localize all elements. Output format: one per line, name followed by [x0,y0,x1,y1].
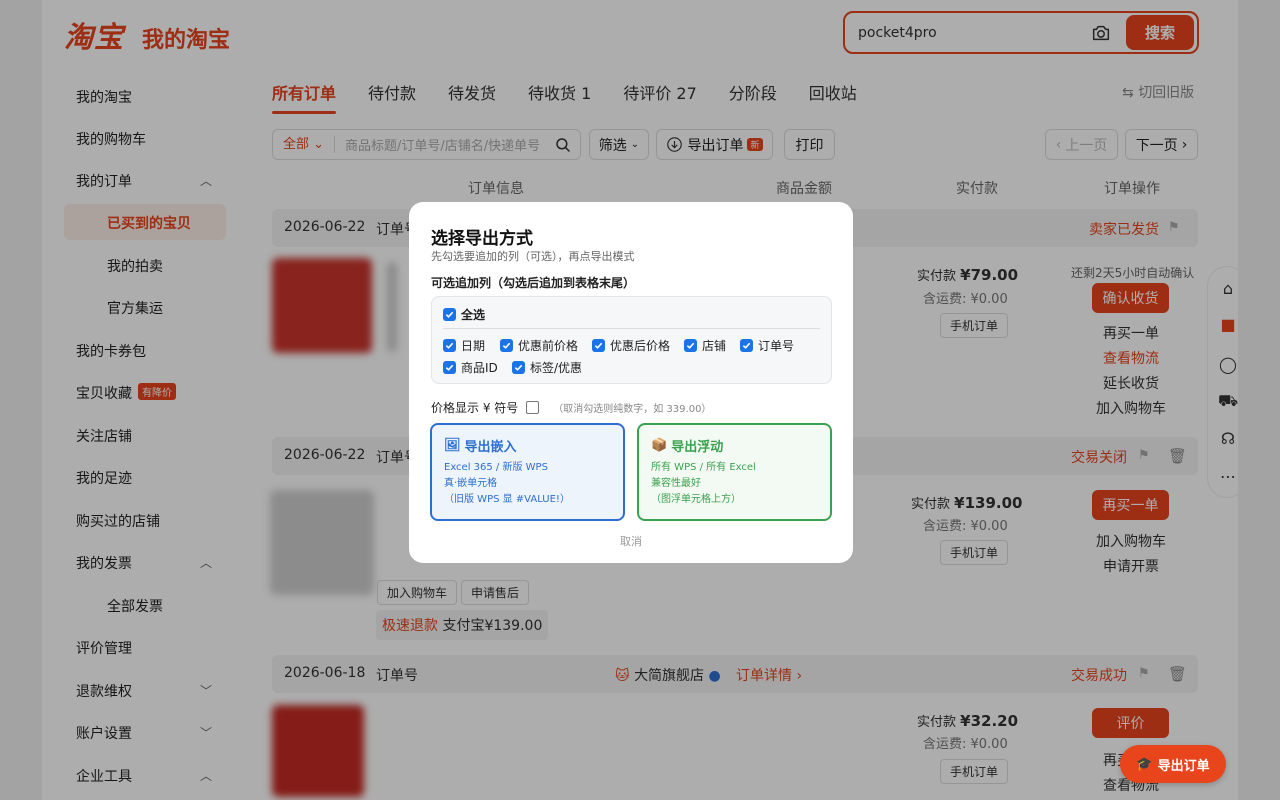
package-icon: 📦 [651,438,668,453]
hat-icon: 🎓 [1136,756,1153,772]
float-line: 兼容性最好 [651,478,701,489]
column-checkbox-discount-price[interactable]: 优惠后价格 [592,337,670,354]
export-embed-title: 导出嵌入 [464,440,517,455]
export-embed-card[interactable]: 🖼 导出嵌入 Excel 365 / 新版 WPS 真·嵌单元格 （旧版 WPS … [430,423,625,521]
select-all-checkbox[interactable]: 全选 [443,306,485,323]
checkbox-checked-icon [512,361,525,374]
price-symbol-hint: （取消勾选则纯数字，如 339.00） [553,404,712,415]
price-symbol-label: 价格显示 ¥ 符号 [431,401,519,415]
checkbox-checked-icon [740,339,753,352]
checkbox-label: 订单号 [758,339,795,353]
checkbox-label: 店铺 [702,339,727,353]
checkbox-label: 商品ID [461,361,498,375]
checkbox-label: 优惠后价格 [610,339,671,353]
cancel-button[interactable]: 取消 [409,533,853,549]
floating-export-label: 导出订单 [1157,758,1210,774]
embed-line: 真·嵌单元格 [444,478,498,489]
price-symbol-option: 价格显示 ¥ 符号 （取消勾选则纯数字，如 339.00） [431,399,711,416]
checkbox-checked-icon [684,339,697,352]
checkbox-checked-icon [443,308,456,321]
checkbox-checked-icon [500,339,513,352]
checkbox-label: 优惠前价格 [518,339,579,353]
checkbox-label: 标签/优惠 [530,361,583,375]
checkbox-label: 日期 [461,339,486,353]
column-checkbox-shop[interactable]: 店铺 [684,337,726,354]
float-line: 所有 WPS / 所有 Excel [651,462,756,473]
checkbox-checked-icon [592,339,605,352]
column-checkbox-original-price[interactable]: 优惠前价格 [500,337,578,354]
column-checkbox-product-id[interactable]: 商品ID [443,359,498,376]
export-float-card[interactable]: 📦 导出浮动 所有 WPS / 所有 Excel 兼容性最好 （图浮单元格上方） [637,423,832,521]
modal-subtitle: 先勾选要追加的列（可选），再点导出模式 [431,250,635,263]
checkbox-checked-icon [443,339,456,352]
embed-line: Excel 365 / 新版 WPS [444,462,548,473]
floating-export-button[interactable]: 🎓 导出订单 [1120,745,1226,783]
export-float-title: 导出浮动 [671,440,724,455]
price-symbol-checkbox[interactable] [526,401,540,414]
image-icon: 🖼 [444,438,461,453]
column-checkbox-date[interactable]: 日期 [443,337,485,354]
column-checkbox-tags[interactable]: 标签/优惠 [512,359,582,376]
modal-title: 选择导出方式 [431,229,533,249]
divider [443,328,820,329]
column-checkbox-order-number[interactable]: 订单号 [740,337,794,354]
export-modal: 选择导出方式 先勾选要追加的列（可选），再点导出模式 可选追加列（勾选后追加到表… [409,202,853,563]
checkbox-checked-icon [443,361,456,374]
optional-columns-heading: 可选追加列（勾选后追加到表格末尾） [431,276,636,290]
embed-line: （旧版 WPS 显 #VALUE!） [444,494,570,505]
select-all-label: 全选 [461,308,486,322]
optional-columns-box: 全选 日期 优惠前价格 优惠后价格 店铺 订单号 商品ID 标签/优惠 [431,296,832,384]
float-line: （图浮单元格上方） [651,494,741,505]
